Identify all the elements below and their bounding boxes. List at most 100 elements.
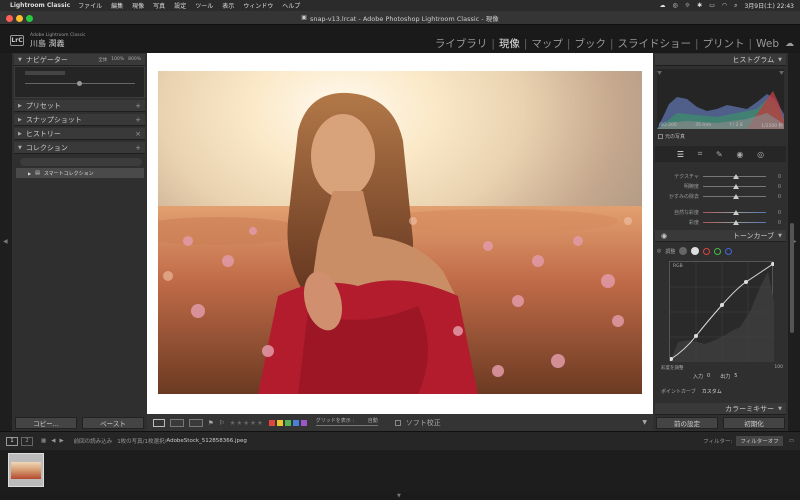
tone-curve-header[interactable]: ◉ トーンカーブ ▼: [655, 230, 786, 242]
menu-window[interactable]: ウィンドウ: [243, 1, 273, 10]
tone-curve-graph[interactable]: RGB: [669, 261, 775, 362]
saturation-slider[interactable]: 彩度 0: [661, 219, 781, 227]
green-label[interactable]: [284, 419, 291, 426]
menu-view[interactable]: 表示: [222, 1, 234, 10]
crop-icon[interactable]: ⌗: [698, 149, 703, 159]
color-mixer-header[interactable]: カラーミキサー ▼: [655, 403, 786, 415]
page-2-tab[interactable]: 2: [21, 436, 33, 446]
module-slideshow[interactable]: スライドショー: [618, 36, 692, 51]
menu-edit[interactable]: 編集: [111, 1, 123, 10]
reset-button[interactable]: 初期化: [723, 417, 785, 429]
point-curve-blue-icon[interactable]: [725, 247, 733, 255]
clarity-slider[interactable]: 明瞭度 0: [661, 183, 781, 191]
grid-value[interactable]: 自動: [368, 417, 378, 424]
add-collection-icon[interactable]: +: [135, 144, 141, 152]
collections-search-input[interactable]: [20, 158, 142, 166]
texture-slider[interactable]: テクスチャ 0: [661, 173, 781, 181]
before-after-icon[interactable]: [189, 418, 203, 427]
navigator-header[interactable]: ▼ ナビゲーター 全体 100% 800%: [14, 54, 145, 66]
module-print[interactable]: プリント: [703, 36, 745, 51]
slider-value[interactable]: 0: [769, 184, 781, 190]
grid-slider[interactable]: [315, 424, 378, 426]
paste-button[interactable]: ペースト: [82, 417, 144, 429]
menu-settings[interactable]: 設定: [174, 1, 186, 10]
red-label[interactable]: [268, 419, 275, 426]
cloud-icon[interactable]: ☁: [785, 39, 794, 49]
yellow-label[interactable]: [276, 419, 283, 426]
slider-value[interactable]: 0: [769, 194, 781, 200]
module-map[interactable]: マップ: [531, 36, 563, 51]
menu-help[interactable]: ヘルプ: [282, 1, 300, 10]
list-item[interactable]: ▶ ▤ スマートコレクション: [16, 168, 144, 178]
photo-preview[interactable]: [158, 71, 642, 394]
clear-history-icon[interactable]: ×: [135, 130, 141, 138]
slider-value[interactable]: 0: [769, 210, 781, 216]
star-rating[interactable]: ★★★★★: [230, 419, 264, 427]
sync-icon[interactable]: ◎: [673, 2, 678, 9]
forward-arrow-icon[interactable]: ▶: [59, 438, 63, 444]
zoom-fit[interactable]: 全体: [98, 57, 107, 63]
module-web[interactable]: Web: [756, 38, 779, 50]
histogram-header[interactable]: ヒストグラム ▼: [655, 54, 786, 66]
left-panel-edge[interactable]: ◀: [0, 53, 12, 431]
triangle-left-icon[interactable]: ◀: [3, 238, 8, 245]
point-curve-green-icon[interactable]: [714, 247, 722, 255]
eye-icon[interactable]: ◉: [661, 232, 667, 240]
menu-file[interactable]: ファイル: [78, 1, 102, 10]
sun-icon[interactable]: ☼: [685, 2, 690, 9]
slider-value[interactable]: 0: [769, 174, 781, 180]
flag-icon[interactable]: ⚑: [208, 419, 214, 427]
presets-header[interactable]: ▶ プリセット +: [14, 100, 145, 112]
copy-button[interactable]: コピー...: [15, 417, 77, 429]
zoom-window-button[interactable]: [26, 15, 33, 22]
histogram[interactable]: [657, 69, 784, 129]
previous-settings-button[interactable]: 前の設定: [656, 417, 718, 429]
module-library[interactable]: ライブラリ: [435, 36, 488, 51]
right-panel-edge[interactable]: ▶: [788, 53, 800, 431]
search-icon[interactable]: ⌕: [734, 2, 737, 10]
filter-lock-icon[interactable]: ▭: [789, 438, 794, 444]
vibrance-slider[interactable]: 自然な彩度 0: [661, 209, 781, 217]
point-curve-red-icon[interactable]: [703, 247, 711, 255]
minimize-window-button[interactable]: [16, 15, 23, 22]
zoom-100[interactable]: 100%: [111, 57, 124, 63]
snapshots-header[interactable]: ▶ スナップショット +: [14, 114, 145, 126]
point-curve-white-icon[interactable]: [691, 247, 700, 255]
blue-label[interactable]: [292, 419, 299, 426]
reject-flag-icon[interactable]: ⚐: [219, 419, 225, 427]
grid-icon[interactable]: ▦: [41, 438, 46, 444]
filter-select[interactable]: フィルターオフ: [736, 436, 783, 446]
module-book[interactable]: ブック: [574, 36, 606, 51]
loupe-view-icon[interactable]: [153, 418, 165, 427]
purple-label[interactable]: [300, 419, 307, 426]
filmstrip-thumbnail[interactable]: [8, 453, 44, 487]
add-preset-icon[interactable]: +: [135, 102, 141, 110]
wifi-icon[interactable]: ◠: [722, 2, 727, 9]
back-arrow-icon[interactable]: ◀: [51, 438, 55, 444]
battery-icon[interactable]: ▭: [709, 2, 715, 9]
soft-proof-checkbox[interactable]: [394, 419, 401, 426]
edit-sliders-icon[interactable]: ☰: [677, 150, 684, 159]
red-eye-icon[interactable]: ◉: [736, 150, 743, 159]
cloud-icon[interactable]: ☁: [660, 2, 666, 9]
menubar-clock[interactable]: 3月9日(土) 22:43: [744, 1, 794, 10]
masking-icon[interactable]: ◎: [757, 150, 764, 159]
scrollbar[interactable]: [790, 223, 794, 333]
module-develop[interactable]: 現像: [499, 36, 520, 51]
original-photo-checkbox[interactable]: [658, 134, 663, 139]
toolbar-menu-icon[interactable]: ▼: [642, 419, 647, 426]
add-snapshot-icon[interactable]: +: [135, 116, 141, 124]
app-menu[interactable]: Lightroom Classic: [10, 2, 70, 9]
parametric-curve-icon[interactable]: [679, 247, 688, 255]
page-1-tab[interactable]: 1: [6, 436, 18, 446]
zoom-800[interactable]: 800%: [128, 57, 141, 63]
menu-develop[interactable]: 現像: [132, 1, 144, 10]
bluetooth-icon[interactable]: ✱: [697, 2, 702, 9]
close-window-button[interactable]: [6, 15, 13, 22]
healing-icon[interactable]: ✎: [716, 150, 723, 159]
source-label[interactable]: 前回の読み込み: [74, 437, 113, 445]
compare-view-icon[interactable]: [170, 418, 184, 427]
menu-photo[interactable]: 写真: [153, 1, 165, 10]
navigator-preview[interactable]: [14, 66, 145, 98]
triangle-down-icon[interactable]: ▼: [397, 493, 401, 499]
